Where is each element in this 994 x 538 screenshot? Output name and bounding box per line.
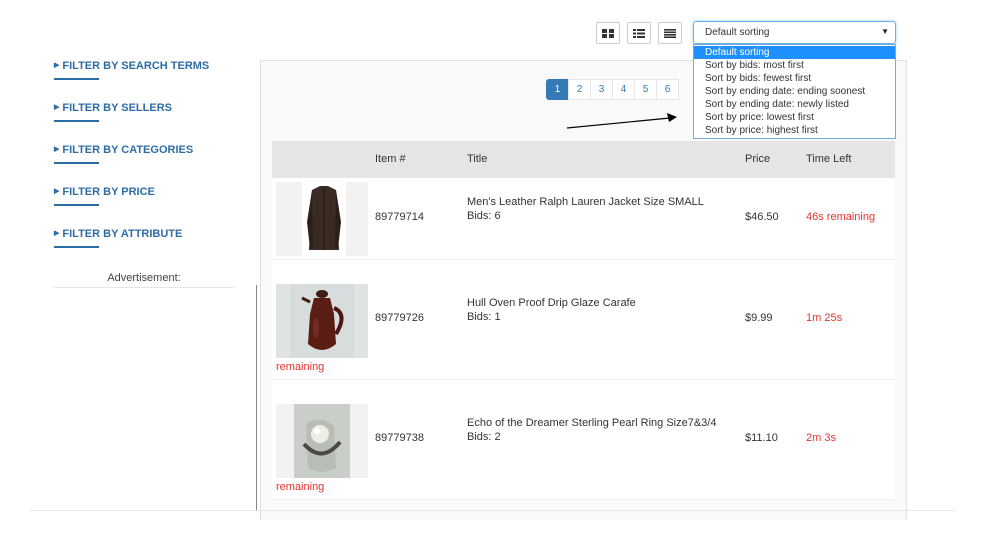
item-time-left: 2m 3s <box>806 432 836 444</box>
filter-underline <box>54 78 99 80</box>
page-3[interactable]: 3 <box>590 79 613 100</box>
footer-divider <box>30 510 955 511</box>
item-number: 89779726 <box>375 312 424 324</box>
header-price: Price <box>745 153 771 165</box>
item-title[interactable]: Echo of the Dreamer Sterling Pearl Ring … <box>467 416 716 430</box>
page-1[interactable]: 1 <box>546 79 569 100</box>
list-view-button[interactable] <box>627 22 651 44</box>
filter-search-terms[interactable]: ▶ FILTER BY SEARCH TERMS <box>54 60 234 102</box>
ring-image <box>294 404 350 478</box>
grid-view-button[interactable] <box>596 22 620 44</box>
caret-right-icon: ▶ <box>54 104 60 111</box>
page-2[interactable]: 2 <box>568 79 591 100</box>
auction-table: Item # Title Price Time Left 89779714 Me… <box>272 141 895 500</box>
grid-icon <box>602 28 614 38</box>
lines-icon <box>664 28 676 38</box>
caret-right-icon: ▶ <box>54 230 60 237</box>
view-toggle-group <box>596 22 689 44</box>
time-left-overflow: remaining <box>276 481 325 493</box>
sort-option-bids-fewest[interactable]: Sort by bids: fewest first <box>694 72 895 85</box>
annotation-arrow-icon <box>566 113 677 129</box>
caret-right-icon: ▶ <box>54 188 60 195</box>
sort-option-newly-listed[interactable]: Sort by ending date: newly listed <box>694 98 895 111</box>
item-price: $11.10 <box>745 432 778 444</box>
item-title-cell: Echo of the Dreamer Sterling Pearl Ring … <box>467 416 716 444</box>
chevron-down-icon: ▼ <box>881 27 889 36</box>
sort-option-default[interactable]: Default sorting <box>694 46 895 59</box>
item-thumbnail[interactable] <box>276 404 368 478</box>
item-bids: Bids: 6 <box>467 210 501 222</box>
filter-attribute[interactable]: ▶ FILTER BY ATTRIBUTE <box>54 228 234 270</box>
item-thumbnail[interactable] <box>276 284 368 358</box>
item-bids: Bids: 1 <box>467 311 501 323</box>
time-left-overflow: remaining <box>276 361 325 373</box>
sort-option-price-highest[interactable]: Sort by price: highest first <box>694 124 895 137</box>
table-row[interactable]: 89779726 Hull Oven Proof Drip Glaze Cara… <box>272 260 895 380</box>
item-bids: Bids: 2 <box>467 431 501 443</box>
item-time-left: 1m 25s <box>806 312 843 324</box>
item-time-left: 46s remaining <box>806 211 876 223</box>
filter-price[interactable]: ▶ FILTER BY PRICE <box>54 186 234 228</box>
table-row[interactable]: 89779714 Men's Leather Ralph Lauren Jack… <box>272 178 895 260</box>
filter-sellers[interactable]: ▶ FILTER BY SELLERS <box>54 102 234 144</box>
item-price: $46.50 <box>745 211 779 223</box>
filter-categories[interactable]: ▶ FILTER BY CATEGORIES <box>54 144 234 186</box>
header-item: Item # <box>375 153 406 165</box>
filter-underline <box>54 162 99 164</box>
page-6[interactable]: 6 <box>656 79 679 100</box>
list-icon <box>633 28 645 38</box>
page-4[interactable]: 4 <box>612 79 635 100</box>
table-row[interactable]: 89779738 Echo of the Dreamer Sterling Pe… <box>272 380 895 500</box>
table-header: Item # Title Price Time Left <box>272 141 895 178</box>
sort-option-bids-most[interactable]: Sort by bids: most first <box>694 59 895 72</box>
item-thumbnail[interactable] <box>276 182 368 256</box>
sort-select[interactable]: Default sorting ▼ <box>693 21 896 44</box>
sort-current-value: Default sorting <box>705 27 770 38</box>
filter-sidebar: ▶ FILTER BY SEARCH TERMS ▶ FILTER BY SELLE… <box>54 60 234 288</box>
item-price: $9.99 <box>745 312 773 324</box>
header-time-left: Time Left <box>806 153 852 165</box>
item-title[interactable]: Men's Leather Ralph Lauren Jacket Size S… <box>467 195 704 209</box>
filter-underline <box>54 204 99 206</box>
sort-dropdown: Default sorting Sort by bids: most first… <box>693 44 896 139</box>
item-number: 89779738 <box>375 432 424 444</box>
carafe-image <box>290 284 354 358</box>
filter-underline <box>54 246 99 248</box>
compact-view-button[interactable] <box>658 22 682 44</box>
item-title-cell: Hull Oven Proof Drip Glaze Carafe Bids: … <box>467 296 636 324</box>
caret-right-icon: ▶ <box>54 146 60 153</box>
jacket-image <box>302 182 346 256</box>
sort-option-ending-soonest[interactable]: Sort by ending date: ending soonest <box>694 85 895 98</box>
pagination: 1 2 3 4 5 6 <box>546 79 679 100</box>
filter-underline <box>54 120 99 122</box>
item-title[interactable]: Hull Oven Proof Drip Glaze Carafe <box>467 296 636 310</box>
item-number: 89779714 <box>375 211 424 223</box>
caret-right-icon: ▶ <box>54 62 60 69</box>
advertisement-label: Advertisement: <box>54 272 234 288</box>
item-title-cell: Men's Leather Ralph Lauren Jacket Size S… <box>467 195 704 223</box>
header-title: Title <box>467 153 488 165</box>
sidebar-divider <box>256 285 257 510</box>
page-5[interactable]: 5 <box>634 79 657 100</box>
sort-option-price-lowest[interactable]: Sort by price: lowest first <box>694 111 895 124</box>
